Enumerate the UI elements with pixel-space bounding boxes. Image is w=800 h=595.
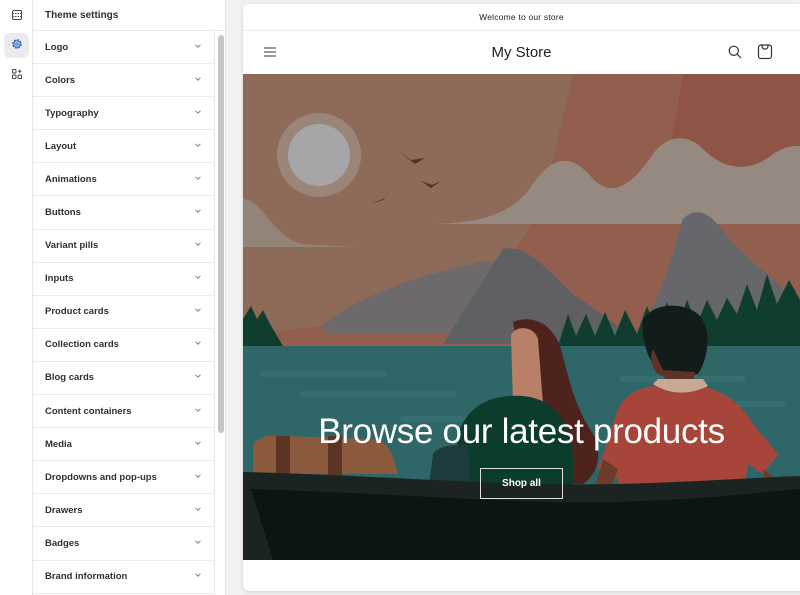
settings-item-label: Inputs <box>45 273 74 285</box>
settings-item-label: Colors <box>45 74 76 86</box>
chevron-down-icon <box>194 505 202 516</box>
settings-item-media[interactable]: Media <box>33 428 215 462</box>
sections-button[interactable] <box>4 4 29 29</box>
chevron-down-icon <box>194 406 202 417</box>
settings-item-label: Brand information <box>45 571 128 583</box>
chevron-down-icon <box>194 240 202 251</box>
sections-icon <box>11 8 23 26</box>
settings-item-animations[interactable]: Animations <box>33 163 215 197</box>
settings-item-label: Typography <box>45 107 99 119</box>
settings-item-label: Blog cards <box>45 372 95 384</box>
settings-item-drawers[interactable]: Drawers <box>33 494 215 528</box>
announcement-bar: Welcome to our store <box>243 4 800 31</box>
shop-all-button[interactable]: Shop all <box>480 468 563 499</box>
hero-title: Browse our latest products <box>318 412 725 451</box>
chevron-down-icon <box>194 207 202 218</box>
chevron-down-icon <box>194 306 202 317</box>
settings-item-content-containers[interactable]: Content containers <box>33 395 215 429</box>
chevron-down-icon <box>194 571 202 582</box>
settings-item-label: Content containers <box>45 405 132 417</box>
settings-item-label: Badges <box>45 537 80 549</box>
settings-item-collection-cards[interactable]: Collection cards <box>33 328 215 362</box>
settings-item-label: Buttons <box>45 207 81 219</box>
settings-item-inputs[interactable]: Inputs <box>33 262 215 296</box>
settings-item-label: Logo <box>45 41 69 53</box>
search-icon[interactable] <box>727 44 743 60</box>
chevron-down-icon <box>194 439 202 450</box>
settings-item-label: Layout <box>45 140 77 152</box>
chevron-down-icon <box>194 75 202 86</box>
panel-title: Theme settings <box>33 0 226 31</box>
settings-list: Logo Colors Typography Layout Animations Butt… <box>33 31 215 594</box>
chevron-down-icon <box>194 108 202 119</box>
settings-item-label: Media <box>45 438 72 450</box>
theme-settings-panel: Theme settings Logo Colors Typography Layou… <box>33 0 226 595</box>
chevron-down-icon <box>194 273 202 284</box>
theme-settings-button[interactable] <box>4 33 29 58</box>
cart-icon[interactable] <box>757 43 773 60</box>
settings-item-label: Collection cards <box>45 339 119 351</box>
settings-item-label: Animations <box>45 173 97 185</box>
store-header: My Store <box>243 31 800 74</box>
settings-item-label: Drawers <box>45 504 83 516</box>
icon-rail <box>0 0 33 595</box>
settings-item-buttons[interactable]: Buttons <box>33 196 215 230</box>
settings-item-label: Product cards <box>45 306 109 318</box>
chevron-down-icon <box>194 339 202 350</box>
theme-editor: Theme settings Logo Colors Typography Layou… <box>0 0 800 595</box>
chevron-down-icon <box>194 538 202 549</box>
settings-item-dropdowns-and-pop-ups[interactable]: Dropdowns and pop-ups <box>33 461 215 495</box>
settings-item-colors[interactable]: Colors <box>33 64 215 98</box>
settings-item-brand-information[interactable]: Brand information <box>33 560 215 594</box>
scrollbar-track[interactable] <box>216 31 226 595</box>
apps-button[interactable] <box>4 63 29 88</box>
settings-item-label: Dropdowns and pop-ups <box>45 471 157 483</box>
settings-item-label: Variant pills <box>45 240 99 252</box>
chevron-down-icon <box>194 174 202 185</box>
chevron-down-icon <box>194 372 202 383</box>
storefront-preview: Welcome to our store My Store Browse our… <box>243 4 800 591</box>
chevron-down-icon <box>194 42 202 53</box>
chevron-down-icon <box>194 472 202 483</box>
settings-item-layout[interactable]: Layout <box>33 130 215 164</box>
store-name[interactable]: My Store <box>491 44 551 61</box>
apps-icon <box>11 67 23 85</box>
settings-item-product-cards[interactable]: Product cards <box>33 295 215 329</box>
settings-item-blog-cards[interactable]: Blog cards <box>33 361 215 396</box>
settings-item-logo[interactable]: Logo <box>33 31 215 65</box>
settings-item-badges[interactable]: Badges <box>33 527 215 561</box>
hero-banner: Browse our latest products Shop all <box>243 74 800 560</box>
menu-icon[interactable] <box>263 45 277 59</box>
settings-item-typography[interactable]: Typography <box>33 97 215 131</box>
gear-icon <box>11 37 23 55</box>
scrollbar-thumb[interactable] <box>218 35 224 433</box>
settings-item-variant-pills[interactable]: Variant pills <box>33 229 215 263</box>
chevron-down-icon <box>194 141 202 152</box>
